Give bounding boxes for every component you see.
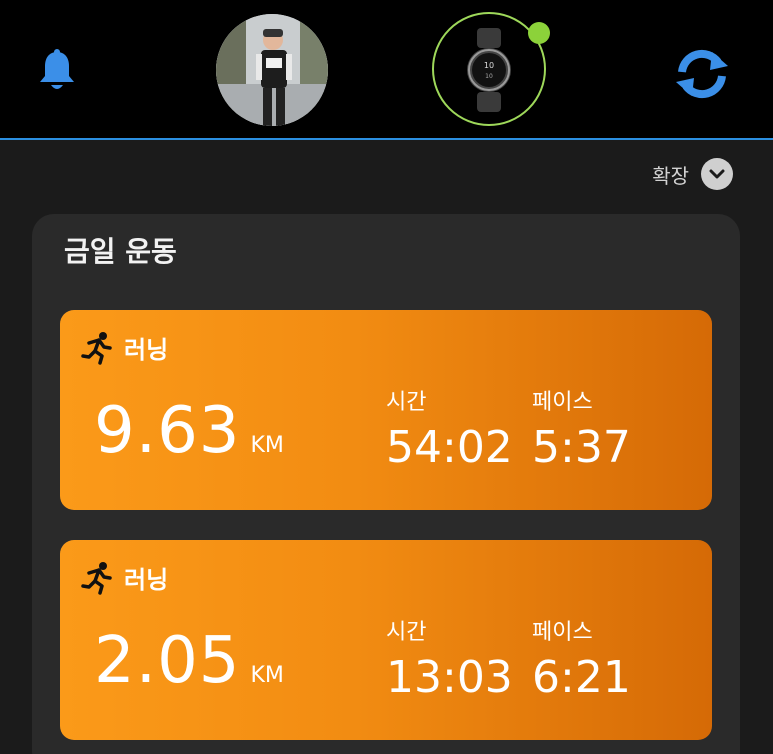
time-stat: 시간 13:03 bbox=[386, 614, 513, 703]
watch-icon: 10 10 bbox=[467, 28, 511, 112]
pace-label: 페이스 bbox=[532, 390, 593, 415]
avatar-photo bbox=[216, 14, 328, 126]
activity-type: 러닝 bbox=[124, 566, 169, 594]
time-label: 시간 bbox=[386, 620, 427, 645]
pace-value: 5:37 bbox=[532, 422, 631, 473]
time-value: 54:02 bbox=[386, 422, 513, 473]
notifications-button[interactable] bbox=[36, 48, 78, 94]
activity-header: 러닝 bbox=[80, 560, 168, 595]
sync-icon bbox=[676, 49, 728, 99]
distance: 2.05 KM bbox=[94, 624, 284, 698]
activity-card[interactable]: 러닝 2.05 KM 시간 13:03 페이스 6:21 bbox=[60, 540, 712, 740]
profile-avatar[interactable] bbox=[216, 14, 328, 126]
pace-stat: 페이스 5:37 bbox=[532, 384, 631, 473]
distance-unit: KM bbox=[250, 433, 284, 458]
sync-button[interactable] bbox=[670, 46, 734, 102]
distance-unit: KM bbox=[250, 663, 284, 688]
svg-text:10: 10 bbox=[485, 73, 493, 80]
running-icon bbox=[81, 331, 112, 365]
device-status-dot bbox=[528, 22, 550, 44]
svg-text:10: 10 bbox=[484, 61, 494, 70]
pace-stat: 페이스 6:21 bbox=[532, 614, 631, 703]
chevron-down-icon bbox=[701, 158, 733, 190]
time-label: 시간 bbox=[386, 390, 427, 415]
activity-header: 러닝 bbox=[80, 330, 168, 365]
time-value: 13:03 bbox=[386, 652, 513, 703]
running-icon bbox=[81, 561, 112, 595]
activity-card[interactable]: 러닝 9.63 KM 시간 54:02 페이스 5:37 bbox=[60, 310, 712, 510]
card-title: 금일 운동 bbox=[64, 235, 177, 268]
time-stat: 시간 54:02 bbox=[386, 384, 513, 473]
activity-type: 러닝 bbox=[124, 336, 169, 364]
app-screen: 10 10 확장 금일 운동 러닝 9.63 KM 시간 54:02 페이스 5… bbox=[0, 0, 773, 754]
top-header: 10 10 bbox=[0, 0, 773, 140]
today-workouts-card: 금일 운동 러닝 9.63 KM 시간 54:02 페이스 5:37 러닝 2.… bbox=[32, 214, 740, 754]
distance-value: 9.63 bbox=[94, 394, 241, 468]
pace-label: 페이스 bbox=[532, 620, 593, 645]
expand-toggle[interactable]: 확장 bbox=[652, 158, 733, 190]
pace-value: 6:21 bbox=[532, 652, 631, 703]
expand-label: 확장 bbox=[652, 163, 689, 188]
bell-icon bbox=[40, 49, 74, 89]
distance: 9.63 KM bbox=[94, 394, 284, 468]
distance-value: 2.05 bbox=[94, 624, 241, 698]
